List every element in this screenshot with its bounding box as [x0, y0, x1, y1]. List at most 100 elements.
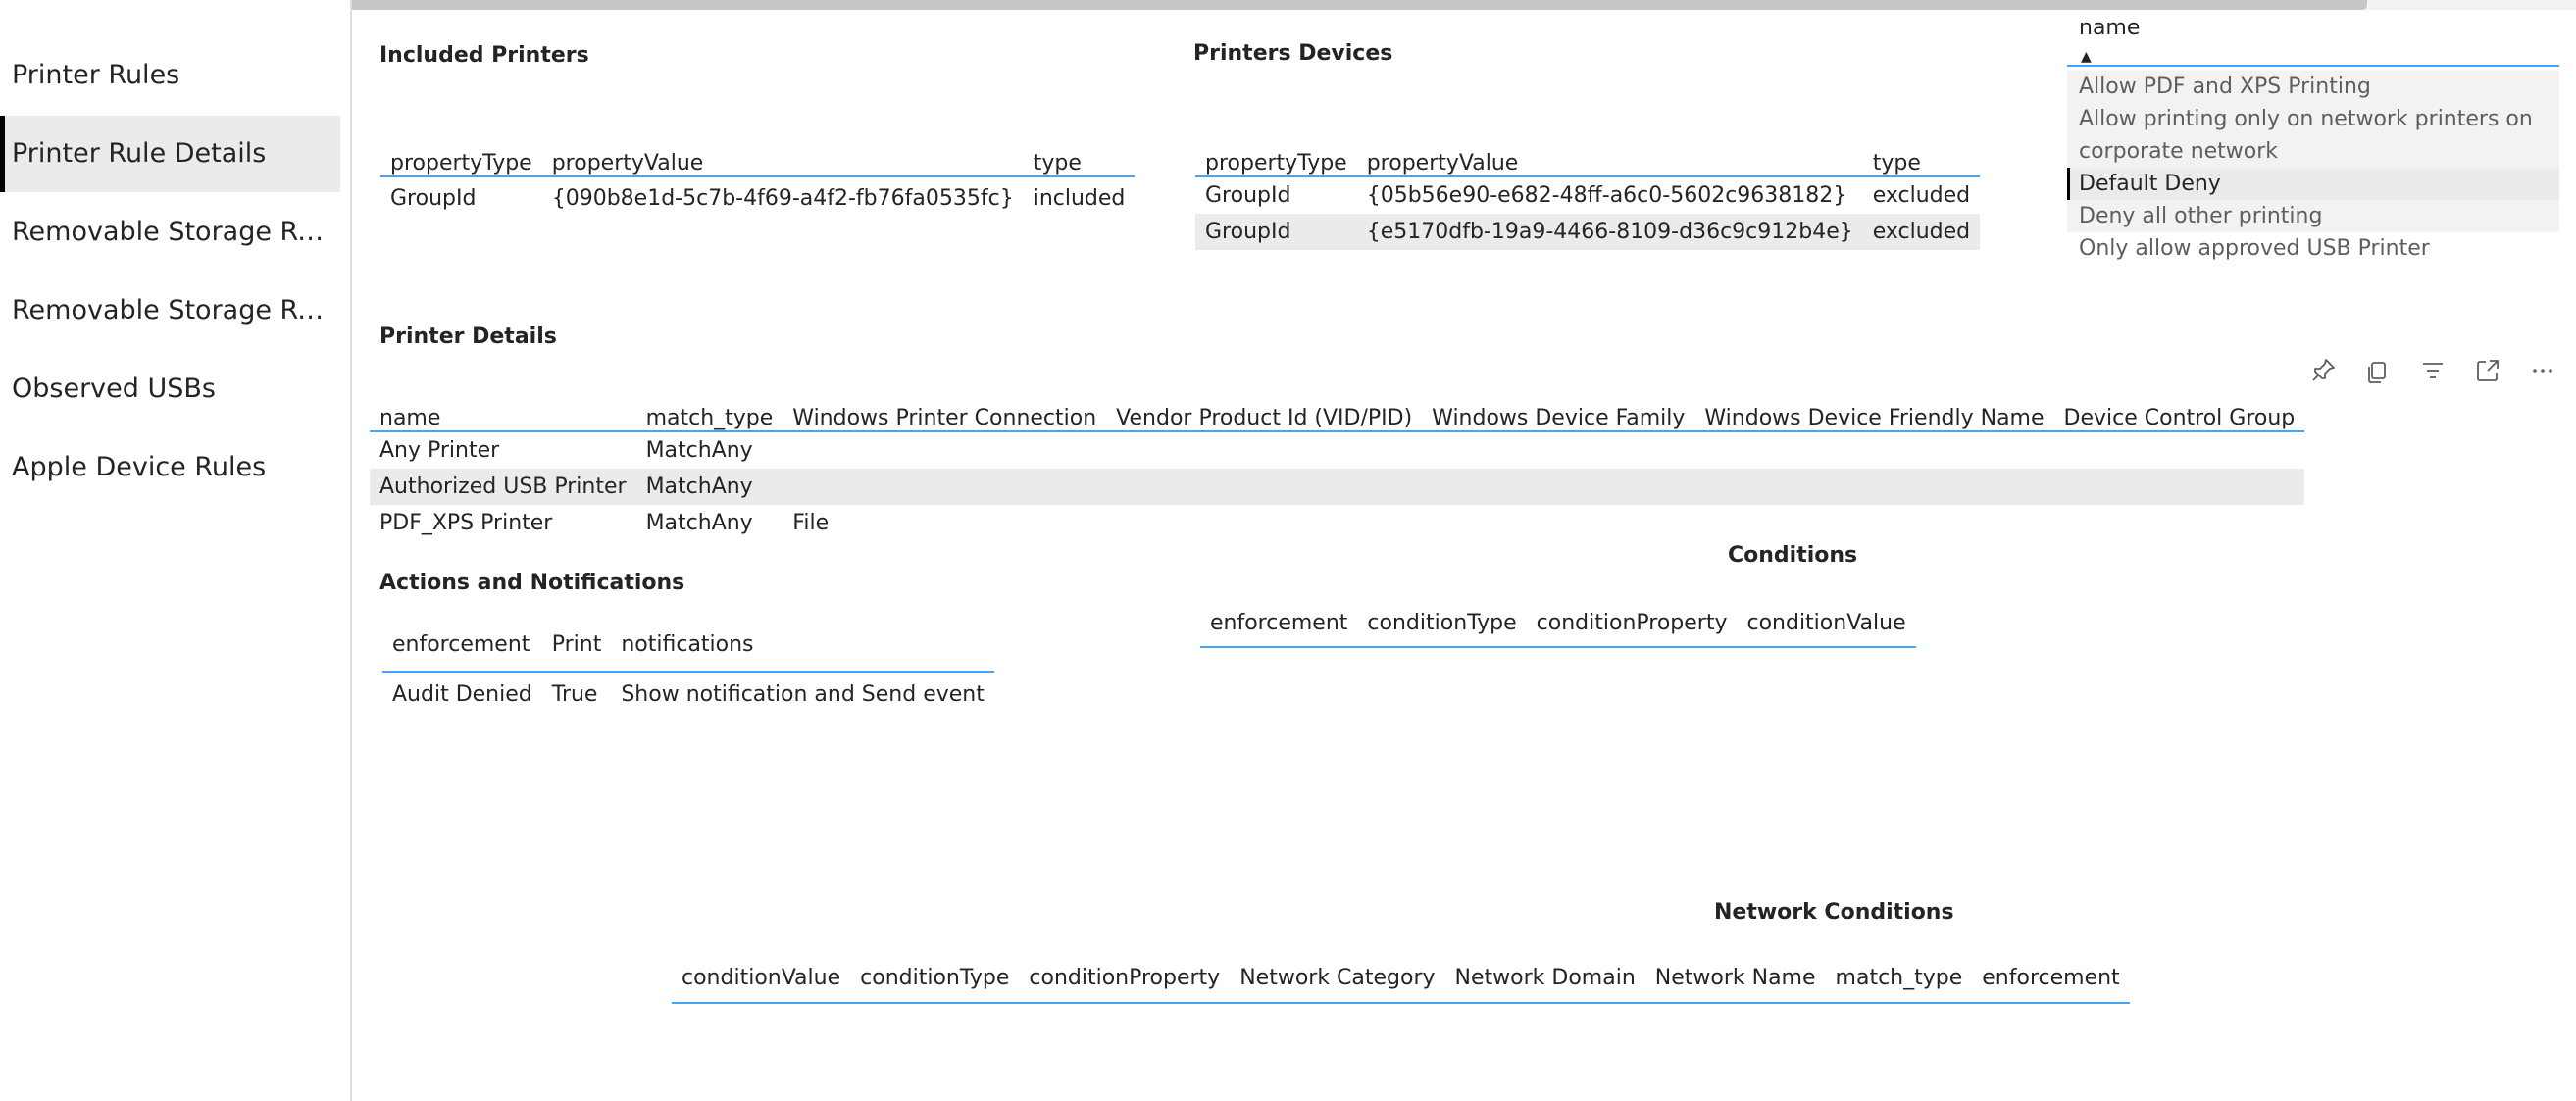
- horizontal-scrollbar-thumb[interactable]: [352, 0, 2367, 10]
- column-header[interactable]: Device Control Group: [2053, 384, 2305, 432]
- slicer-item-label-line: Allow printing only on network printers …: [2079, 107, 2533, 131]
- included-printers-table: propertyType propertyValue type GroupId …: [380, 125, 1136, 219]
- table-cell: excluded: [1862, 214, 1981, 250]
- table-cell: Audit Denied: [392, 681, 532, 707]
- table-cell: [2053, 469, 2305, 505]
- column-header[interactable]: Network Category: [1230, 953, 1445, 1004]
- column-header[interactable]: Network Name: [1644, 953, 1826, 1004]
- nav-item-printer-rules[interactable]: Printer Rules: [0, 37, 340, 114]
- table-cell: [1694, 469, 2054, 505]
- slicer-item[interactable]: Allow PDF and XPS Printing: [2067, 71, 2559, 103]
- column-header[interactable]: Vendor Product Id (VID/PID): [1106, 384, 1423, 432]
- conditions-title: Conditions: [1728, 543, 1858, 568]
- table-cell: {05b56e90-e682-48ff-a6c0-5602c9638182}: [1366, 183, 1847, 208]
- name-slicer: name ▲ Allow PDF and XPS Printing Allow …: [2067, 16, 2559, 265]
- printers-devices-title: Printers Devices: [1193, 41, 1393, 66]
- slicer-header[interactable]: name ▲: [2067, 16, 2559, 67]
- nav-item-removable-storage-rule-details[interactable]: Removable Storage Rul...: [0, 273, 340, 349]
- table-row[interactable]: PDF_XPS Printer MatchAny File: [370, 505, 2304, 541]
- column-header[interactable]: conditionType: [850, 953, 1020, 1004]
- table-row[interactable]: Authorized USB Printer MatchAny: [370, 469, 2305, 505]
- slicer-item[interactable]: Only allow approved USB Printer: [2067, 232, 2559, 265]
- network-conditions-title: Network Conditions: [1714, 900, 1954, 925]
- table-cell: [2054, 431, 2305, 469]
- table-cell: GroupId: [390, 185, 477, 211]
- column-header[interactable]: propertyType: [1195, 125, 1357, 177]
- column-header[interactable]: conditionProperty: [1019, 953, 1231, 1004]
- table-cell: GroupId: [1205, 183, 1291, 208]
- actions-notifications-table: enforcement Print notifications Audit De…: [382, 618, 994, 716]
- column-header[interactable]: Print: [541, 618, 612, 673]
- table-cell: Show notification and Send event: [621, 681, 985, 707]
- column-header[interactable]: enforcement: [1200, 596, 1358, 648]
- table-cell: {e5170dfb-19a9-4466-8109-d36c9c912b4e}: [1356, 214, 1863, 250]
- table-cell: excluded: [1872, 183, 1971, 208]
- slicer-item-selected[interactable]: Default Deny: [2067, 168, 2559, 200]
- table-row[interactable]: GroupId {05b56e90-e682-48ff-a6c0-5602c96…: [1195, 176, 1980, 214]
- column-header[interactable]: propertyValue: [1356, 125, 1863, 177]
- page-navigation-sidebar: Printer Rules Printer Rule Details Remov…: [0, 0, 352, 1101]
- slicer-item[interactable]: Allow printing only on network printers …: [2067, 103, 2559, 168]
- table-cell: MatchAny: [645, 438, 753, 463]
- column-header[interactable]: conditionValue: [1737, 596, 1916, 648]
- slicer-item[interactable]: Deny all other printing: [2067, 200, 2559, 232]
- table-row[interactable]: GroupId {e5170dfb-19a9-4466-8109-d36c9c9…: [1195, 214, 1981, 250]
- table-cell: [1694, 431, 2053, 469]
- column-header[interactable]: Windows Device Friendly Name: [1694, 384, 2054, 432]
- column-header[interactable]: propertyType: [380, 125, 542, 177]
- sort-ascending-icon[interactable]: ▲: [2081, 49, 2092, 65]
- slicer-item-label-line: corporate network: [2079, 139, 2279, 164]
- nav-item-apple-device-rules[interactable]: Apple Device Rules: [0, 429, 340, 506]
- table-cell: MatchAny: [635, 469, 783, 505]
- more-options-icon[interactable]: [2525, 353, 2560, 388]
- table-cell: [1106, 431, 1422, 469]
- table-cell: [1422, 431, 1694, 469]
- column-header[interactable]: notifications: [611, 618, 994, 673]
- focus-mode-icon[interactable]: [2470, 353, 2505, 388]
- table-row[interactable]: Any Printer MatchAny: [370, 431, 2304, 469]
- column-header[interactable]: Network Domain: [1444, 953, 1645, 1004]
- table-cell: PDF_XPS Printer: [379, 511, 553, 535]
- conditions-table: enforcement conditionType conditionPrope…: [1200, 596, 1916, 648]
- column-header[interactable]: conditionType: [1357, 596, 1527, 648]
- included-printers-title: Included Printers: [379, 43, 589, 68]
- column-header[interactable]: enforcement: [1972, 953, 2130, 1004]
- table-cell: [1422, 469, 1695, 505]
- printer-details-title: Printer Details: [379, 325, 557, 349]
- filter-icon[interactable]: [2415, 353, 2450, 388]
- table-cell: [1106, 469, 1423, 505]
- copy-icon[interactable]: [2360, 353, 2396, 388]
- slicer-header-label: name: [2079, 16, 2141, 40]
- column-header[interactable]: match_type: [1825, 953, 1973, 1004]
- table-cell: [1694, 505, 2053, 541]
- column-header[interactable]: name: [370, 384, 636, 432]
- network-conditions-table: conditionValue conditionType conditionPr…: [672, 953, 2130, 1004]
- column-header[interactable]: type: [1862, 125, 1981, 177]
- table-cell: {090b8e1d-5c7b-4f69-a4f2-fb76fa0535fc}: [551, 185, 1014, 211]
- column-header[interactable]: type: [1023, 125, 1136, 177]
- nav-item-printer-rule-details[interactable]: Printer Rule Details: [0, 116, 340, 192]
- table-cell: Authorized USB Printer: [370, 469, 636, 505]
- column-header[interactable]: match_type: [635, 384, 783, 432]
- table-row[interactable]: GroupId {090b8e1d-5c7b-4f69-a4f2-fb76fa0…: [380, 176, 1135, 219]
- column-header[interactable]: conditionValue: [672, 953, 851, 1004]
- table-cell: [1422, 505, 1694, 541]
- table-cell: included: [1033, 185, 1126, 211]
- nav-item-removable-storage-rules[interactable]: Removable Storage Rules: [0, 194, 340, 271]
- table-cell: MatchAny: [645, 511, 753, 535]
- column-header[interactable]: Windows Printer Connection: [783, 384, 1107, 432]
- table-cell: [783, 431, 1106, 469]
- table-cell: File: [792, 511, 830, 535]
- column-header[interactable]: propertyValue: [541, 125, 1024, 177]
- table-row[interactable]: Audit Denied True Show notification and …: [382, 672, 994, 716]
- column-header[interactable]: enforcement: [382, 618, 542, 673]
- table-cell: True: [551, 681, 598, 707]
- actions-notifications-title: Actions and Notifications: [379, 571, 685, 595]
- column-header[interactable]: conditionProperty: [1526, 596, 1738, 648]
- table-cell: GroupId: [1195, 214, 1357, 250]
- pin-icon[interactable]: [2305, 353, 2341, 388]
- nav-item-observed-usbs[interactable]: Observed USBs: [0, 351, 340, 427]
- printers-devices-table: propertyType propertyValue type GroupId …: [1195, 125, 1981, 250]
- table-cell: [1106, 505, 1422, 541]
- column-header[interactable]: Windows Device Family: [1422, 384, 1695, 432]
